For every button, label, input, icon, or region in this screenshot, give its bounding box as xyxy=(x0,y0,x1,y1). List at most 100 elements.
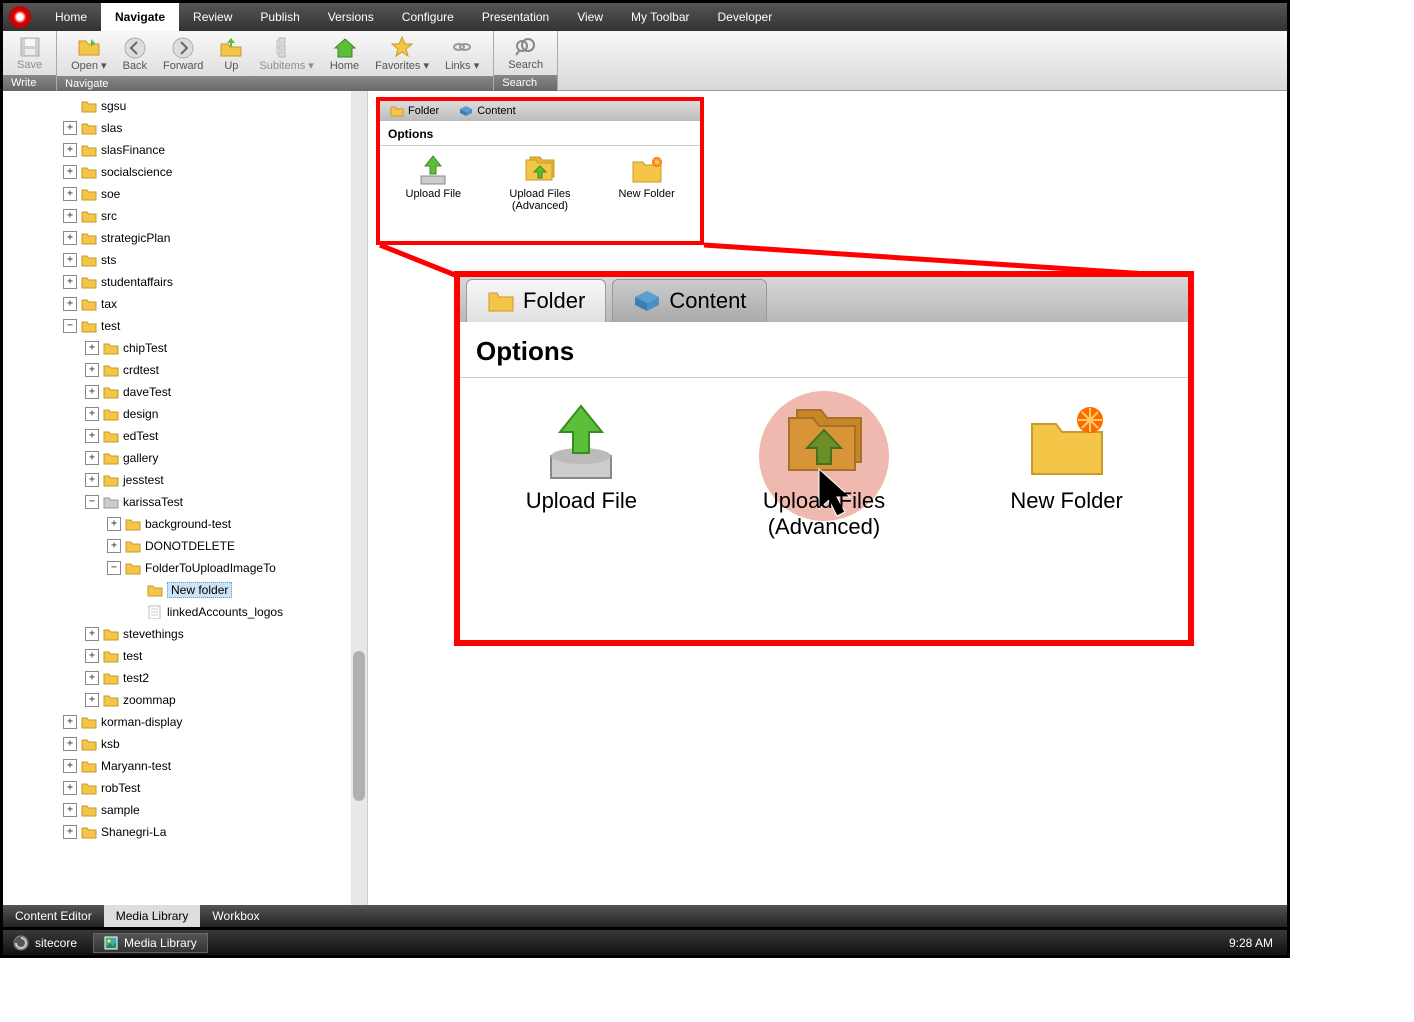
tree-item[interactable]: +korman-display xyxy=(63,711,367,733)
tree-toggle[interactable]: + xyxy=(107,517,121,531)
tree-item[interactable]: +stevethings xyxy=(63,623,367,645)
tree-item[interactable]: New folder xyxy=(63,579,367,601)
back-button[interactable]: Back xyxy=(115,34,155,74)
tree-item[interactable]: +socialscience xyxy=(63,161,367,183)
tree-item[interactable]: +soe xyxy=(63,183,367,205)
start-button[interactable]: sitecore xyxy=(3,935,87,951)
menu-view[interactable]: View xyxy=(563,3,617,31)
tree-item[interactable]: +sts xyxy=(63,249,367,271)
tree-item[interactable]: +design xyxy=(63,403,367,425)
tree-item[interactable]: +src xyxy=(63,205,367,227)
tree-item[interactable]: −karissaTest xyxy=(63,491,367,513)
tree-item[interactable]: +Shanegri-La xyxy=(63,821,367,843)
tree-toggle[interactable]: + xyxy=(63,781,77,795)
open-button[interactable]: Open ▾ xyxy=(63,33,115,74)
tree-toggle[interactable]: + xyxy=(63,165,77,179)
tree-item[interactable]: +DONOTDELETE xyxy=(63,535,367,557)
tree-item[interactable]: −FolderToUploadImageTo xyxy=(63,557,367,579)
menu-presentation[interactable]: Presentation xyxy=(468,3,563,31)
tree-toggle[interactable]: + xyxy=(63,143,77,157)
bottom-tab-workbox[interactable]: Workbox xyxy=(200,905,271,927)
tree-toggle[interactable]: + xyxy=(85,649,99,663)
tree-item[interactable]: +daveTest xyxy=(63,381,367,403)
tree-item[interactable]: +strategicPlan xyxy=(63,227,367,249)
scrollbar[interactable] xyxy=(351,91,367,905)
menu-home[interactable]: Home xyxy=(41,3,101,31)
tree-item[interactable]: +jesstest xyxy=(63,469,367,491)
new-folder-button-small[interactable]: New Folder xyxy=(602,152,692,212)
tree-toggle[interactable]: + xyxy=(85,473,99,487)
tree-item[interactable]: +zoommap xyxy=(63,689,367,711)
tree-item[interactable]: +studentaffairs xyxy=(63,271,367,293)
tree-toggle[interactable]: + xyxy=(85,429,99,443)
tree-toggle[interactable]: + xyxy=(85,693,99,707)
tree-toggle[interactable]: + xyxy=(63,715,77,729)
upload-files-advanced-button-large[interactable]: Upload Files (Advanced) xyxy=(724,398,924,540)
bottom-tab-media-library[interactable]: Media Library xyxy=(104,905,201,927)
tree-toggle[interactable]: + xyxy=(63,759,77,773)
tree-toggle[interactable]: + xyxy=(85,451,99,465)
menu-publish[interactable]: Publish xyxy=(246,3,313,31)
tree-toggle[interactable]: + xyxy=(85,385,99,399)
tree-toggle[interactable]: + xyxy=(63,121,77,135)
tree-toggle[interactable]: + xyxy=(63,253,77,267)
favorites-button[interactable]: Favorites ▾ xyxy=(367,33,437,74)
tree-toggle[interactable]: + xyxy=(63,187,77,201)
tree-toggle[interactable]: − xyxy=(85,495,99,509)
tree-item[interactable]: +Maryann-test xyxy=(63,755,367,777)
tab-folder-small[interactable]: Folder xyxy=(380,101,449,121)
tree-toggle[interactable]: + xyxy=(63,737,77,751)
taskbar-app-media-library[interactable]: Media Library xyxy=(93,933,208,953)
menu-mytoolbar[interactable]: My Toolbar xyxy=(617,3,703,31)
tree-toggle[interactable]: + xyxy=(63,297,77,311)
tree-toggle[interactable]: − xyxy=(63,319,77,333)
tree-item[interactable]: +edTest xyxy=(63,425,367,447)
tree-toggle[interactable]: + xyxy=(85,407,99,421)
tree-item[interactable]: +test2 xyxy=(63,667,367,689)
new-folder-button-large[interactable]: New Folder xyxy=(967,398,1167,540)
menu-review[interactable]: Review xyxy=(179,3,246,31)
tree-toggle[interactable]: + xyxy=(63,275,77,289)
tab-content-small[interactable]: Content xyxy=(449,101,526,121)
subitems-button[interactable]: Subitems ▾ xyxy=(251,33,321,74)
tree-item[interactable]: +sample xyxy=(63,799,367,821)
tree-toggle[interactable]: + xyxy=(107,539,121,553)
tree-toggle[interactable]: + xyxy=(63,825,77,839)
tree-item[interactable]: linkedAccounts_logos xyxy=(63,601,367,623)
tree-toggle[interactable]: + xyxy=(85,363,99,377)
tab-content-large[interactable]: Content xyxy=(612,279,767,322)
save-button[interactable]: Save xyxy=(9,33,50,73)
up-button[interactable]: Up xyxy=(211,34,251,74)
upload-file-button-large[interactable]: Upload File xyxy=(481,398,681,540)
tree-item[interactable]: +chipTest xyxy=(63,337,367,359)
forward-button[interactable]: Forward xyxy=(155,34,211,74)
menu-developer[interactable]: Developer xyxy=(704,3,787,31)
bottom-tab-content-editor[interactable]: Content Editor xyxy=(3,905,104,927)
tree-item[interactable]: +ksb xyxy=(63,733,367,755)
tree-item[interactable]: +crdtest xyxy=(63,359,367,381)
tree-item[interactable]: +background-test xyxy=(63,513,367,535)
tree-item[interactable]: +robTest xyxy=(63,777,367,799)
tree-item[interactable]: +gallery xyxy=(63,447,367,469)
menu-navigate[interactable]: Navigate xyxy=(101,3,179,31)
tree-toggle[interactable]: + xyxy=(85,341,99,355)
tree-item[interactable]: +slasFinance xyxy=(63,139,367,161)
tree-item[interactable]: sgsu xyxy=(63,95,367,117)
scrollbar-thumb[interactable] xyxy=(353,651,365,801)
tree-item[interactable]: +tax xyxy=(63,293,367,315)
menu-configure[interactable]: Configure xyxy=(388,3,468,31)
tab-folder-large[interactable]: Folder xyxy=(466,279,606,322)
links-button[interactable]: Links ▾ xyxy=(437,33,487,74)
tree-item[interactable]: +test xyxy=(63,645,367,667)
tree-toggle[interactable]: + xyxy=(85,671,99,685)
tree-toggle[interactable]: + xyxy=(63,803,77,817)
tree-toggle[interactable]: + xyxy=(63,231,77,245)
upload-file-button-small[interactable]: Upload File xyxy=(388,152,478,212)
search-button[interactable]: Search xyxy=(500,33,551,73)
tree-item[interactable]: +slas xyxy=(63,117,367,139)
sitecore-logo-icon[interactable] xyxy=(9,6,31,28)
tree-toggle[interactable]: + xyxy=(63,209,77,223)
menu-versions[interactable]: Versions xyxy=(314,3,388,31)
tree-item[interactable]: −test xyxy=(63,315,367,337)
tree-toggle[interactable]: − xyxy=(107,561,121,575)
